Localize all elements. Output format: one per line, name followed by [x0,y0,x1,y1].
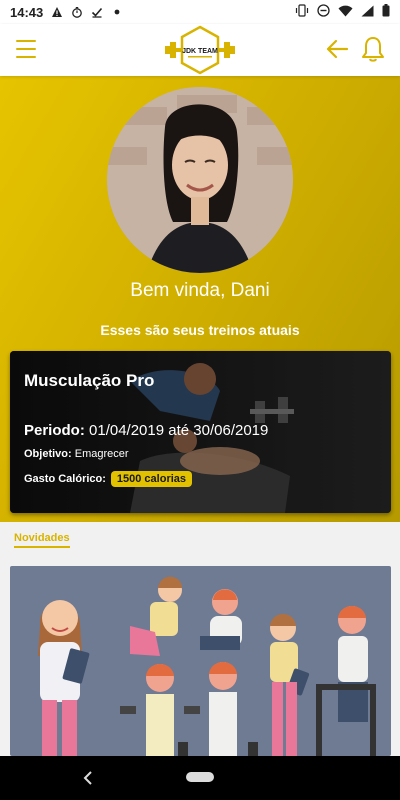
menu-icon-line [16,56,36,58]
system-nav-bar [0,756,400,800]
workout-period: Periodo: 01/04/2019 até 30/06/2019 [24,422,268,439]
checkmark-icon [90,6,103,19]
goal-label: Objetivo: [24,448,72,460]
news-card[interactable] [10,566,391,756]
status-bar: 14:43 [0,0,400,24]
status-time: 14:43 [10,4,44,20]
arrow-left-icon[interactable] [324,36,350,62]
news-illustration [38,576,376,756]
jdk-team-logo: JDK TEAM [165,25,235,75]
wifi-icon [338,5,353,20]
menu-icon-line [16,40,36,42]
warning-icon [50,6,63,19]
calories-label: Gasto Calórico: [24,473,106,485]
avatar[interactable] [107,87,293,273]
avatar-photo [107,87,293,273]
app-screen: 14:43 JDK TEAM Bem vinda, Dani Esses são… [0,0,400,800]
nav-back-icon[interactable] [80,768,96,788]
period-label: Periodo: [24,422,85,439]
calories-badge: 1500 calorias [110,471,193,487]
goal-value: Emagrecer [74,448,129,460]
status-right [295,4,390,20]
news-section-title[interactable]: Novidades [14,532,70,548]
current-workouts-heading: Esses são seus treinos atuais [100,322,300,338]
workout-goal: Objetivo: Emagrecer [24,448,129,460]
menu-button[interactable] [16,40,36,58]
bell-icon[interactable] [360,35,386,63]
do-not-disturb-icon [317,4,330,20]
app-bar: JDK TEAM [0,24,400,76]
workout-card[interactable]: Musculação Pro Periodo: 01/04/2019 até 3… [10,351,391,513]
svg-text:JDK TEAM: JDK TEAM [182,48,218,55]
welcome-message: Bem vinda, Dani [130,280,270,301]
battery-icon [382,4,390,20]
status-left: 14:43 [10,5,123,20]
workout-title: Musculação Pro [24,371,155,390]
menu-icon-line [16,48,36,50]
period-value: 01/04/2019 até 30/06/2019 [89,422,269,439]
vibrate-icon [295,4,309,20]
dot-icon [110,6,123,19]
stopwatch-icon [70,6,83,19]
hero-section: Bem vinda, Dani Esses são seus treinos a… [0,76,400,522]
signal-icon [361,5,374,20]
nav-home-pill[interactable] [186,772,214,782]
workout-calories: Gasto Calórico: 1500 calorias [24,471,193,487]
